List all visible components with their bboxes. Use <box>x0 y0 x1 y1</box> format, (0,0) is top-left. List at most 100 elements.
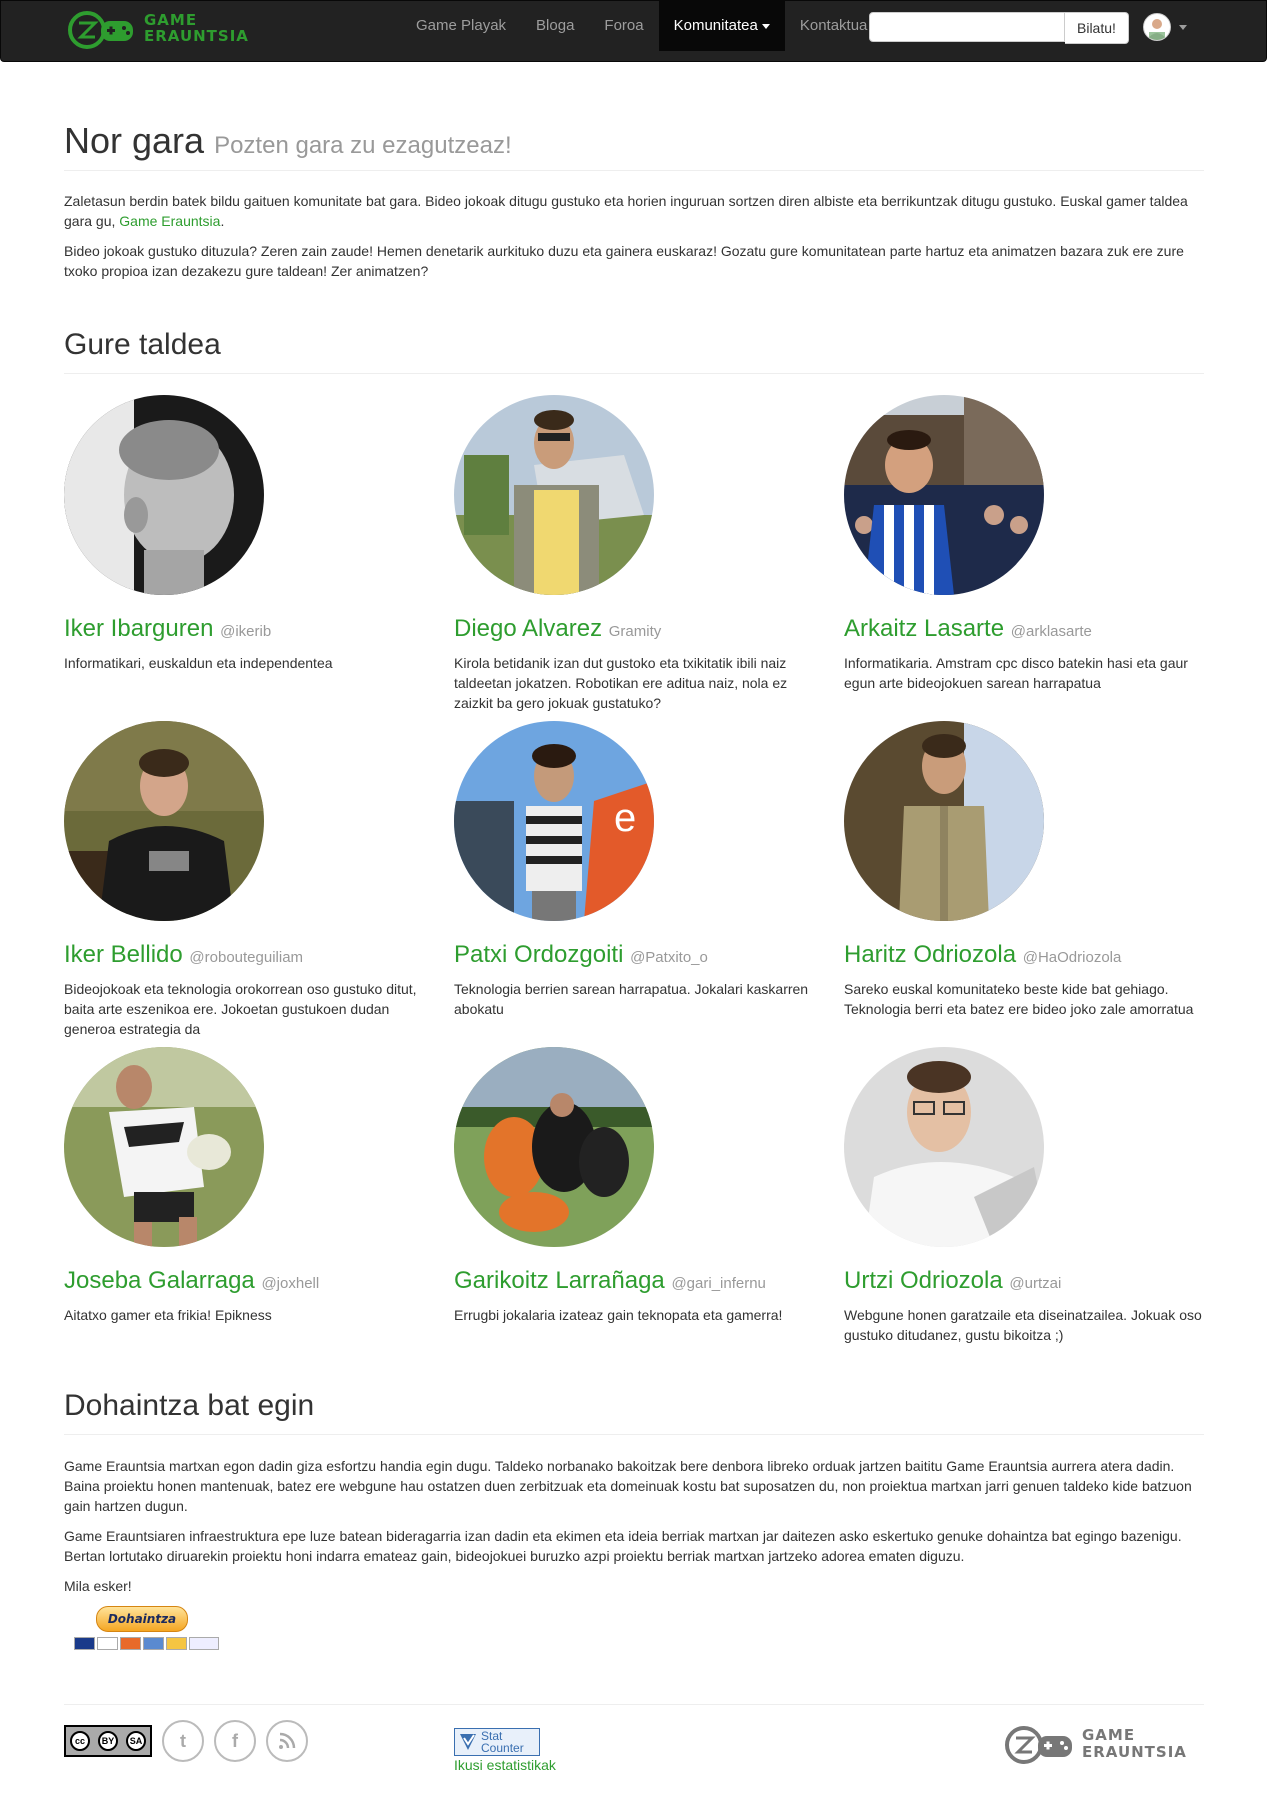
member-description: Errugbi jokalaria izateaz gain teknopata… <box>454 1307 783 1323</box>
member-photo <box>844 721 1044 921</box>
statcounter-line-2: Counter <box>481 1741 524 1755</box>
member-name-link[interactable]: Urtzi Odriozola <box>844 1267 1003 1294</box>
amex-card-icon <box>143 1637 164 1650</box>
footer-brand-line-2: ERAUNTSIA <box>1082 1743 1187 1761</box>
game-erauntsia-link[interactable]: Game Erauntsia <box>119 213 220 229</box>
twitter-icon[interactable]: t <box>162 1720 204 1762</box>
user-caret-down-icon <box>1179 24 1188 30</box>
member-handle: Gramity <box>608 623 662 640</box>
nav-kontaktua[interactable]: Kontaktua <box>785 1 883 51</box>
member-photo <box>844 395 1044 595</box>
member-photo <box>454 1047 654 1247</box>
page-title: Nor gara Pozten gara zu ezagutzeaz! <box>64 120 512 162</box>
maestro-card-icon <box>74 1637 95 1650</box>
nav-bloga[interactable]: Bloga <box>521 1 589 51</box>
nav-komunitatea[interactable]: Komunitatea <box>658 1 785 51</box>
gamepad-logo-icon <box>1005 1726 1072 1764</box>
member-name: Iker Bellido @robouteguiliam <box>64 940 434 973</box>
statcounter-badge[interactable]: Stat Counter <box>454 1728 540 1756</box>
team-member-card: e Patxi Ordozgoiti @Patxito_o Teknologia… <box>454 721 824 1019</box>
member-handle: @gari_infernu <box>671 1275 766 1292</box>
member-description: Webgune honen garatzaile eta diseinatzai… <box>844 1307 1202 1343</box>
member-photo <box>64 395 264 595</box>
avatar <box>1143 13 1171 41</box>
stats-link[interactable]: Ikusi estatistikak <box>454 1757 556 1773</box>
divider <box>64 373 1204 374</box>
member-handle: @urtzai <box>1009 1275 1062 1292</box>
footer-brand-line-1: GAME <box>1082 1726 1136 1744</box>
team-member-card: Joseba Galarraga @joxhell Aitatxo gamer … <box>64 1047 434 1325</box>
footer-divider <box>64 1704 1204 1705</box>
member-name: Joseba Galarraga @joxhell <box>64 1266 434 1299</box>
nav-game-playak[interactable]: Game Playak <box>401 1 521 51</box>
team-member-card: Garikoitz Larrañaga @gari_infernu Errugb… <box>454 1047 824 1325</box>
donation-paragraph-2: Game Erauntsiaren infraestruktura epe lu… <box>64 1528 1182 1564</box>
member-photo <box>64 721 264 921</box>
donate-button[interactable]: Dohaintza <box>96 1606 188 1632</box>
discover-card-icon <box>166 1637 187 1650</box>
statcounter-logo-icon <box>460 1734 476 1750</box>
member-description: Sareko euskal komunitateko beste kide ba… <box>844 981 1194 1017</box>
member-photo: e <box>454 721 654 921</box>
intro-p1-text: Zaletasun berdin batek bildu gaituen kom… <box>64 193 1188 229</box>
donation-paragraph-3: Mila esker! <box>64 1578 132 1594</box>
member-name-link[interactable]: Arkaitz Lasarte <box>844 615 1004 642</box>
donation-paragraph-1: Game Erauntsia martxan egon dadin giza e… <box>64 1458 1192 1514</box>
member-name: Haritz Odriozola @HaOdriozola <box>844 940 1214 973</box>
member-handle: @HaOdriozola <box>1022 949 1122 966</box>
member-handle: @Patxito_o <box>630 949 708 966</box>
nav-foroa[interactable]: Foroa <box>589 1 658 51</box>
member-handle: @robouteguiliam <box>189 949 304 966</box>
visa-card-icon <box>97 1637 118 1650</box>
brand-logo[interactable]: GAME ERAUNTSIA <box>67 9 267 53</box>
mastercard-icon <box>120 1637 141 1650</box>
member-handle: @joxhell <box>261 1275 320 1292</box>
nav-komunitatea-label: Komunitatea <box>673 17 758 34</box>
footer-logo-text: GAME ERAUNTSIA <box>1082 1727 1187 1761</box>
member-handle: @arklasarte <box>1010 623 1092 640</box>
intro-p1-end: . <box>220 213 225 229</box>
team-member-card: Iker Bellido @robouteguiliam Bideojokoak… <box>64 721 434 1039</box>
member-photo <box>454 395 654 595</box>
user-menu[interactable] <box>1143 13 1188 43</box>
cc-icon: cc <box>70 1731 90 1751</box>
member-name-link[interactable]: Haritz Odriozola <box>844 941 1016 968</box>
gamepad-logo-icon <box>68 11 133 49</box>
member-name: Arkaitz Lasarte @arklasarte <box>844 614 1214 647</box>
divider <box>64 170 1204 171</box>
team-heading: Gure taldea <box>64 328 221 361</box>
team-member-card: Urtzi Odriozola @urtzai Webgune honen ga… <box>844 1047 1214 1345</box>
search-input[interactable] <box>869 12 1065 42</box>
member-photo <box>64 1047 264 1247</box>
member-name-link[interactable]: Iker Ibarguren <box>64 615 213 642</box>
footer-logo[interactable]: GAME ERAUNTSIA <box>1004 1724 1204 1768</box>
donation-heading: Dohaintza bat egin <box>64 1389 315 1422</box>
member-description: Informatikaria. Amstram cpc disco bateki… <box>844 655 1188 691</box>
member-handle: @ikerib <box>220 623 272 640</box>
member-name-link[interactable]: Patxi Ordozgoiti <box>454 941 623 968</box>
brand-line-1: GAME <box>144 11 198 29</box>
search-button[interactable]: Bilatu! <box>1065 12 1129 44</box>
member-name-link[interactable]: Joseba Galarraga <box>64 1267 255 1294</box>
member-name-link[interactable]: Diego Alvarez <box>454 615 602 642</box>
rss-icon[interactable] <box>266 1720 308 1762</box>
caret-down-icon <box>761 23 770 29</box>
team-member-card: Iker Ibarguren @ikerib Informatikari, eu… <box>64 395 434 673</box>
facebook-icon[interactable]: f <box>214 1720 256 1762</box>
navbar: GAME ERAUNTSIA Game Playak Bloga Foroa K… <box>0 0 1267 62</box>
member-photo <box>844 1047 1044 1247</box>
brand-line-2: ERAUNTSIA <box>144 27 249 45</box>
search-form: Bilatu! <box>869 12 1129 44</box>
nav-links: Game Playak Bloga Foroa Komunitatea Kont… <box>401 1 882 51</box>
member-description: Kirola betidanik izan dut gustoko eta tx… <box>454 655 788 711</box>
member-description: Informatikari, euskaldun eta independent… <box>64 655 333 671</box>
footer-icons: cc BY SA t f <box>64 1720 308 1762</box>
divider <box>64 1434 1204 1435</box>
team-member-card: Diego Alvarez Gramity Kirola betidanik i… <box>454 395 824 713</box>
payment-cards <box>74 1637 219 1650</box>
member-description: Bideojokoak eta teknologia orokorrean os… <box>64 981 417 1037</box>
member-name-link[interactable]: Iker Bellido <box>64 941 183 968</box>
member-name-link[interactable]: Garikoitz Larrañaga <box>454 1267 665 1294</box>
statcounter: Stat Counter Ikusi estatistikak <box>454 1728 556 1773</box>
creative-commons-license[interactable]: cc BY SA <box>64 1725 152 1757</box>
